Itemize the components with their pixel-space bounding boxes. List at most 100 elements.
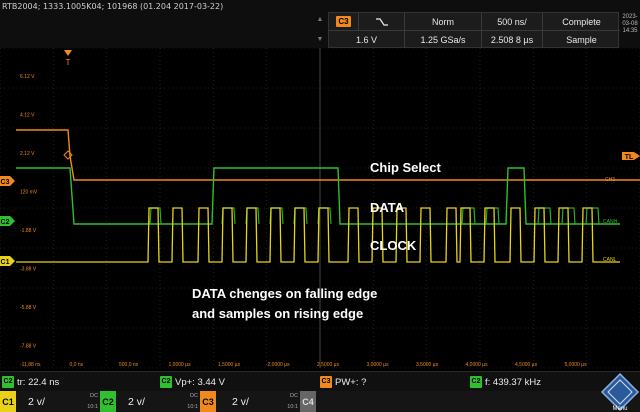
measurement-source-badge: C3 [320, 376, 332, 388]
waveform-display[interactable]: 6.12 V 4.12 V 2.12 V 120 mV -1.88 V -3.88 V -5… [0, 48, 640, 370]
trigger-level-label: TL [625, 154, 634, 161]
channel-3-coupling: DC [290, 393, 298, 399]
channel-2-coupling: DC [190, 393, 198, 399]
scroll-up-icon[interactable]: ▲ [314, 16, 326, 23]
trigger-slope[interactable] [359, 13, 405, 31]
channel-3-button[interactable]: C3 2 v/ DC 10:1 [200, 391, 300, 412]
trigger-source[interactable]: C3 [329, 13, 359, 31]
c2-offset-marker[interactable]: C2 [0, 216, 15, 226]
annotation-data: DATA [370, 200, 405, 215]
y-axis-label: 6.12 V [20, 74, 35, 80]
x-axis-label: 3,5000 µs [416, 362, 439, 368]
measurement-source-badge: C2 [160, 376, 172, 388]
trace-ch2-pulse [485, 207, 500, 225]
c1-offset-marker[interactable]: C1 [0, 256, 15, 266]
channel-1-probe: 10:1 [87, 404, 98, 410]
x-axis-label: 2,0000 µs [268, 362, 291, 368]
c1-right-label: CANL [603, 257, 617, 263]
datetime: 2023-03-08 14:35 [620, 14, 640, 35]
x-axis-label: 1,5000 µs [218, 362, 241, 368]
annotation-note-line2: and samples on rising edge [192, 306, 363, 321]
trigger-position-marker[interactable]: T [64, 50, 72, 67]
c3-right-label: CH3 [605, 177, 615, 183]
date: 2023-03-08 [622, 14, 638, 27]
device-info: RTB2004; 1333.1005K04; 101968 (01.204 20… [2, 2, 224, 11]
y-axis-label: 2.12 V [20, 151, 35, 157]
time: 14:35 [622, 28, 638, 34]
acquisition-mode[interactable]: Sample [543, 31, 620, 49]
trace-ch3 [16, 129, 640, 181]
traces [16, 129, 640, 263]
channel-4-label: C4 [300, 391, 316, 412]
trigger-source-badge: C3 [336, 16, 351, 27]
measurement-value: tr: 22.4 ns [17, 376, 60, 388]
menu-label: Menu [612, 406, 627, 412]
status-bar: RTB2004; 1333.1005K04; 101968 (01.204 20… [0, 0, 640, 49]
c3-offset-marker[interactable]: C3 [0, 176, 15, 186]
trace-ch2-pulse [293, 207, 308, 225]
measurement-value: f: 439.37 kHz [485, 376, 541, 388]
trigger-arrow-icon [64, 50, 72, 56]
y-axis-label: -3.88 V [20, 267, 37, 273]
trigger-level[interactable]: 1.6 V [329, 31, 405, 49]
x-axis-label: 4,5000 µs [515, 362, 538, 368]
measurement-source-badge: C2 [470, 376, 482, 388]
channel-1-label: C1 [0, 391, 16, 412]
measurement-value: Vp+: 3.44 V [175, 376, 225, 388]
c2-right-label: CANH [603, 219, 618, 225]
trace-ch2-pulse [221, 207, 236, 225]
y-axis-label: 120 mV [20, 190, 38, 196]
measurement-rise-time[interactable]: C2 tr: 22.4 ns [2, 375, 59, 389]
measurement-pulse-width[interactable]: C3 PW+: ? [320, 375, 366, 389]
record-length: 2.508 8 µs [482, 31, 543, 49]
x-axis-label: 2,5000 µs [317, 362, 340, 368]
measurement-frequency[interactable]: C2 f: 439.37 kHz [470, 375, 541, 389]
y-axis-label: -7.88 V [20, 344, 37, 350]
measurement-source-badge: C2 [2, 376, 14, 388]
waveform-plot: 6.12 V 4.12 V 2.12 V 120 mV -1.88 V -3.88 V -5… [0, 48, 640, 369]
y-axis-label: -5.88 V [20, 305, 37, 311]
trigger-settings-panel[interactable]: C3 Norm 500 ns/ Complete 1.6 V 1.25 GSa/… [328, 12, 620, 49]
c3-marker-label: C3 [1, 179, 10, 186]
measurement-peak-voltage[interactable]: C2 Vp+: 3.44 V [160, 375, 225, 389]
c2-marker-label: C2 [1, 219, 10, 226]
y-axis-label: 4.12 V [20, 113, 35, 119]
menu-button[interactable]: Menu [600, 372, 640, 412]
x-axis-label: 0,0 ns [70, 362, 84, 368]
annotation-note-line1: DATA chenges on falling edge [192, 286, 377, 301]
channel-1-button[interactable]: C1 2 v/ DC 10:1 [0, 391, 100, 412]
trace-ch2-pulse [461, 207, 476, 225]
x-axis-label: 500,0 ns [119, 362, 139, 368]
x-axis-label: 1,0000 µs [169, 362, 192, 368]
channel-1-scale: 2 v/ [28, 395, 45, 408]
x-axis-labels: -11,88 ns 0,0 ns 500,0 ns 1,0000 µs 1,5000 µ… [20, 362, 587, 368]
measurement-value: PW+: ? [335, 376, 367, 388]
channel-1-coupling: DC [90, 393, 98, 399]
x-axis-label: 3,0000 µs [367, 362, 390, 368]
channel-2-button[interactable]: C2 2 v/ DC 10:1 [100, 391, 200, 412]
trigger-level-marker[interactable]: TL [622, 152, 640, 161]
channel-2-scale: 2 v/ [128, 395, 145, 408]
channel-3-probe: 10:1 [287, 404, 298, 410]
trace-ch2-pulse [245, 207, 260, 225]
x-axis-label: 4,0000 µs [466, 362, 489, 368]
scroll-down-icon[interactable]: ▼ [314, 36, 326, 43]
channel-2-label: C2 [100, 391, 116, 412]
annotation-chip-select: Chip Select [370, 160, 441, 175]
trigger-panel-scroll[interactable]: ▲ ▼ [314, 14, 326, 48]
x-axis-label: 5,0000 µs [565, 362, 588, 368]
channel-3-label: C3 [200, 391, 216, 412]
falling-edge-icon [375, 17, 388, 26]
trace-ch2-pulse [269, 207, 284, 225]
trigger-marker-label: T [66, 58, 71, 67]
sample-rate: 1.25 GSa/s [405, 31, 482, 49]
channel-bar: C1 2 v/ DC 10:1 C2 2 v/ DC 10:1 C3 2 v/ … [0, 391, 640, 412]
channel-3-scale: 2 v/ [232, 395, 249, 408]
y-axis-labels: 6.12 V 4.12 V 2.12 V 120 mV -1.88 V -3.88 V -5… [20, 74, 38, 350]
x-axis-label: -11,88 ns [20, 362, 41, 368]
timebase[interactable]: 500 ns/ [482, 13, 543, 31]
acquisition-status: Complete [543, 13, 620, 31]
measurement-bar: C2 tr: 22.4 ns C2 Vp+: 3.44 V C3 PW+: ? … [0, 371, 640, 391]
trigger-mode[interactable]: Norm [405, 13, 482, 31]
channel-4-button[interactable]: C4 [300, 391, 380, 412]
